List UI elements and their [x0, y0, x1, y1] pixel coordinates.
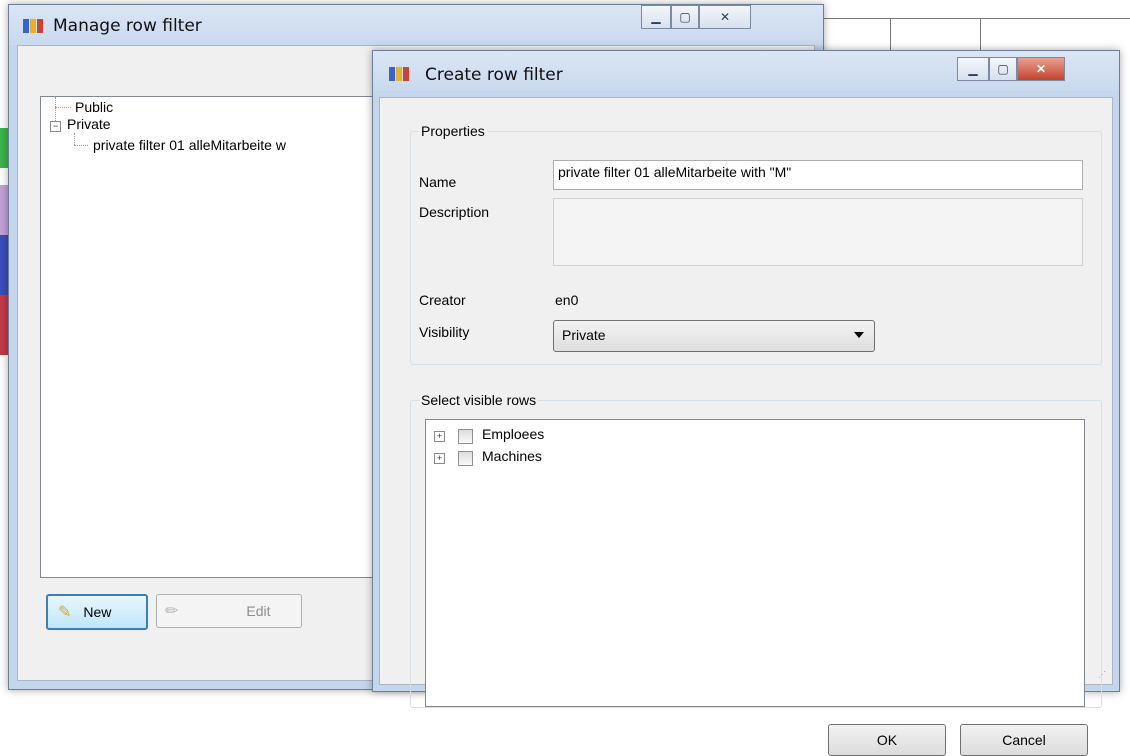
bg-accent-green — [0, 128, 8, 168]
app-icon — [23, 19, 43, 33]
resize-grip-icon[interactable]: ⋰ — [1098, 670, 1108, 680]
description-label: Description — [419, 204, 490, 220]
description-field[interactable] — [553, 198, 1083, 266]
visible-rows-group: Select visible rows + Emploees + Machine… — [410, 392, 1102, 708]
cancel-button[interactable]: Cancel — [960, 724, 1088, 756]
close-button[interactable]: ✕ — [1017, 57, 1065, 81]
new-icon: ✎ — [58, 604, 72, 621]
machines-checkbox[interactable] — [458, 451, 473, 466]
maximize-icon: ▢ — [679, 10, 691, 24]
close-icon: ✕ — [1035, 62, 1047, 76]
create-window-controls: ▁ ▢ ✕ — [957, 57, 1065, 81]
edit-button[interactable]: ✏ Edit — [156, 594, 302, 628]
manage-titlebar: Manage row filter ▁ ▢ ✕ — [9, 5, 823, 45]
minimize-button[interactable]: ▁ — [957, 57, 989, 81]
maximize-button[interactable]: ▢ — [989, 57, 1017, 81]
create-window-title: Create row filter — [425, 65, 563, 85]
close-icon: ✕ — [719, 10, 731, 24]
maximize-icon: ▢ — [997, 62, 1009, 76]
manage-window-controls: ▁ ▢ ✕ — [641, 5, 751, 29]
bg-accent-blue — [0, 235, 8, 295]
new-button[interactable]: ✎ New — [46, 594, 148, 630]
visible-rows-group-title: Select visible rows — [419, 392, 539, 408]
emploees-checkbox[interactable] — [458, 429, 473, 444]
minimize-button[interactable]: ▁ — [641, 5, 671, 29]
manage-window-title: Manage row filter — [53, 16, 202, 36]
visible-rows-tree[interactable]: + Emploees + Machines — [425, 419, 1085, 707]
minimize-icon: ▁ — [651, 10, 661, 24]
creator-value: en0 — [555, 292, 579, 308]
create-client-area: Properties Name private filter 01 alleMi… — [379, 97, 1113, 756]
properties-group-title: Properties — [419, 123, 487, 139]
expand-icon[interactable]: + — [434, 431, 445, 442]
tree-node-public[interactable]: Public — [75, 99, 113, 115]
ok-button[interactable]: OK — [828, 724, 946, 756]
edit-icon: ✏ — [165, 603, 179, 620]
row-item-machines[interactable]: Machines — [482, 448, 542, 464]
properties-group: Properties Name private filter 01 alleMi… — [410, 123, 1102, 365]
tree-node-private-filter[interactable]: private filter 01 alleMitarbeite w — [93, 137, 286, 153]
name-field[interactable]: private filter 01 alleMitarbeite with "M… — [553, 160, 1083, 190]
expand-icon[interactable]: + — [434, 453, 445, 464]
bg-accent-purple — [0, 185, 8, 235]
filter-tree[interactable]: Public − Private private filter 01 alleM… — [40, 96, 394, 578]
create-row-filter-window: Create row filter ▁ ▢ ✕ Properties Name … — [372, 50, 1120, 756]
bg-header-line — [820, 18, 1130, 19]
close-button[interactable]: ✕ — [699, 5, 751, 29]
visibility-label: Visibility — [419, 324, 470, 340]
name-label: Name — [419, 174, 457, 190]
create-titlebar: Create row filter ▁ ▢ ✕ — [373, 51, 1119, 91]
row-item-emploees[interactable]: Emploees — [482, 426, 544, 442]
chevron-down-icon — [854, 332, 864, 338]
minimize-icon: ▁ — [968, 62, 978, 76]
tree-node-private[interactable]: Private — [67, 116, 111, 132]
bg-accent-red — [0, 295, 8, 355]
maximize-button[interactable]: ▢ — [671, 5, 699, 29]
creator-label: Creator — [419, 292, 466, 308]
visibility-select[interactable]: Private — [553, 320, 875, 352]
collapse-icon[interactable]: − — [50, 121, 61, 132]
app-icon — [389, 67, 409, 81]
